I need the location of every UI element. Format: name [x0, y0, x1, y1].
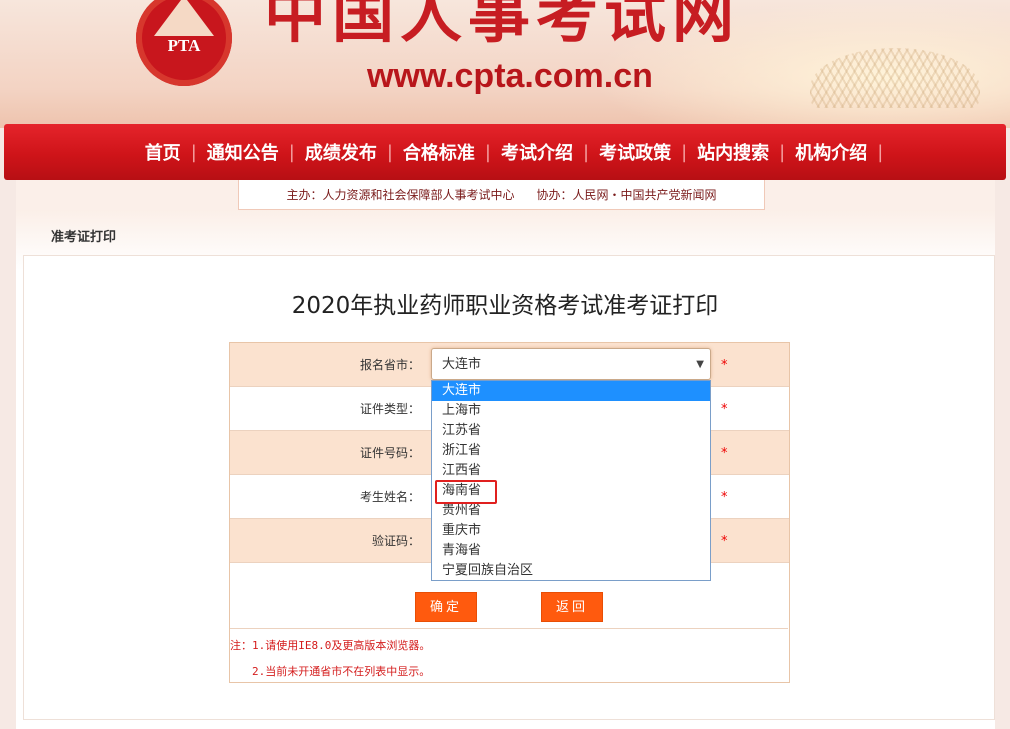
- nav-label: 成绩发布: [304, 143, 377, 164]
- province-option[interactable]: 宁夏回族自治区: [432, 561, 710, 581]
- nav-exam-intro[interactable]: 考试介绍 |: [491, 139, 589, 165]
- required-mark: *: [721, 446, 728, 461]
- nav-label: 站内搜索: [697, 143, 770, 164]
- nav-scores[interactable]: 成绩发布 |: [295, 139, 393, 165]
- sponsor-cohost: 协办：人民网・中国共产党新闻网: [536, 188, 717, 202]
- nav-label: 通知公告: [206, 143, 279, 164]
- breadcrumb: 准考证打印: [51, 230, 117, 245]
- sponsor-bar: 主办：人力资源和社会保障部人事考试中心 协办：人民网・中国共产党新闻网: [238, 180, 765, 210]
- province-option[interactable]: 重庆市: [432, 521, 710, 541]
- chevron-down-icon[interactable]: ▼: [696, 349, 704, 381]
- confirm-button[interactable]: 确定: [415, 592, 477, 622]
- province-select[interactable]: 大连市 ▼: [431, 348, 711, 380]
- required-mark: *: [721, 534, 728, 549]
- logo-text: PTA: [167, 36, 201, 55]
- name-label: 考生姓名：: [359, 490, 420, 504]
- note-line-2: 2.当前未开通省市不在列表中显示。: [252, 665, 431, 678]
- nav-label: 考试介绍: [501, 143, 573, 164]
- required-mark: *: [721, 490, 728, 505]
- nav-org-intro[interactable]: 机构介绍 |: [785, 139, 883, 165]
- province-select-value: 大连市: [442, 357, 482, 372]
- site-url: www.cpta.com.cn: [367, 57, 653, 95]
- page-title: 2020年执业药师职业资格考试准考证打印: [291, 293, 719, 319]
- province-option[interactable]: 江苏省: [432, 421, 710, 441]
- main-nav: 首页 | 通知公告 | 成绩发布 | 合格标准 | 考试介绍 | 考试政策 | 站内搜索 | …: [4, 124, 1006, 180]
- logo-triangle: [154, 0, 214, 36]
- province-label: 报名省市：: [359, 358, 420, 372]
- province-option[interactable]: 江西省: [432, 461, 710, 481]
- required-mark: *: [721, 358, 728, 373]
- province-option[interactable]: 浙江省: [432, 441, 710, 461]
- nav-policy[interactable]: 考试政策 |: [589, 139, 687, 165]
- province-option[interactable]: 青海省: [432, 541, 710, 561]
- province-dropdown-list: 大连市 上海市 江苏省 浙江省 江西省 海南省 贵州省 重庆市 青海省 宁夏回族…: [431, 380, 711, 581]
- province-option[interactable]: 大连市: [432, 381, 710, 401]
- nav-search[interactable]: 站内搜索 |: [687, 139, 785, 165]
- nav-notices[interactable]: 通知公告 |: [197, 139, 295, 165]
- note-line-1: 注：1.请使用IE8.0及更高版本浏览器。: [230, 639, 431, 652]
- back-button[interactable]: 返回: [541, 592, 603, 622]
- site-title: 中国人事考试网: [264, 0, 741, 51]
- nav-label: 机构介绍: [795, 143, 868, 164]
- nav-separator: |: [877, 141, 884, 163]
- nav-standards[interactable]: 合格标准 |: [393, 139, 491, 165]
- nav-label: 首页: [144, 143, 181, 164]
- captcha-label: 验证码：: [371, 534, 420, 548]
- nav-label: 考试政策: [599, 143, 672, 164]
- id-type-label: 证件类型：: [359, 402, 420, 416]
- sponsor-host: 主办：人力资源和社会保障部人事考试中心: [286, 188, 515, 202]
- province-option[interactable]: 海南省: [432, 481, 710, 501]
- province-option[interactable]: 上海市: [432, 401, 710, 421]
- required-mark: *: [721, 402, 728, 417]
- nav-home[interactable]: 首页 |: [135, 139, 197, 165]
- province-option[interactable]: 贵州省: [432, 501, 710, 521]
- nav-label: 合格标准: [402, 143, 475, 164]
- id-number-label: 证件号码：: [359, 446, 420, 460]
- notes: 注：1.请使用IE8.0及更高版本浏览器。 2.当前未开通省市不在列表中显示。: [230, 628, 788, 689]
